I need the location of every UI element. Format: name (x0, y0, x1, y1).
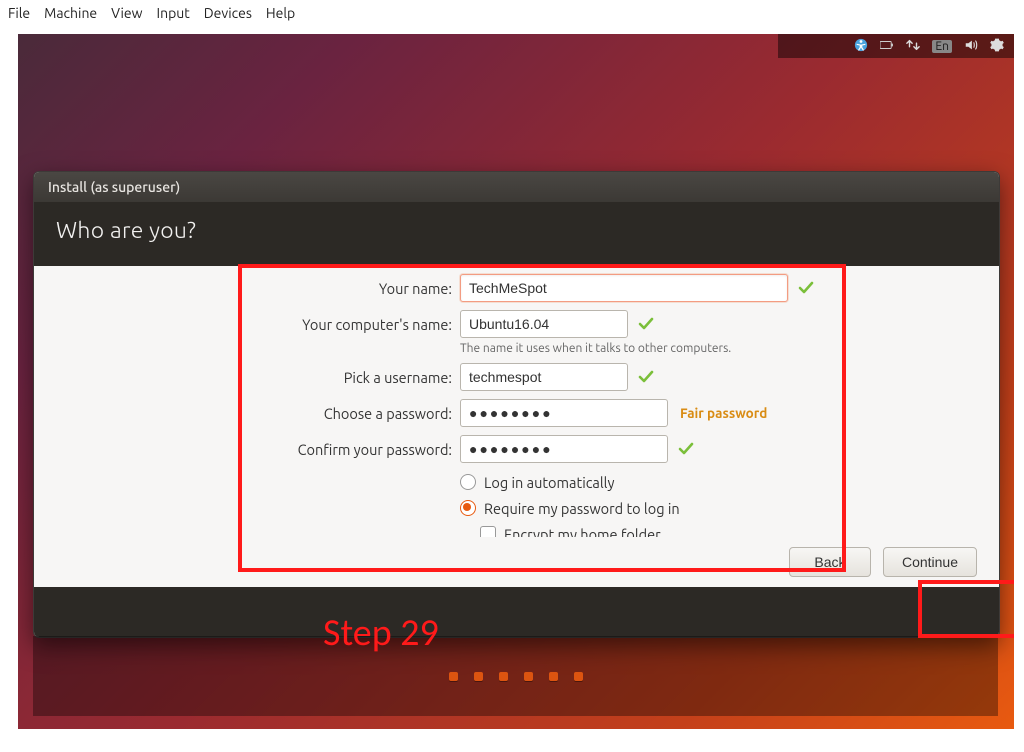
ubuntu-top-panel: En (798, 34, 1014, 58)
row-username: Pick a username: (234, 361, 989, 393)
form-panel: Your name: Your computer's name: The (34, 266, 999, 587)
checkmark-icon (798, 280, 814, 296)
installer-body: Who are you? Your name: Your computer's … (34, 202, 999, 637)
computer-name-helper: The name it uses when it talks to other … (460, 342, 989, 355)
radio-login-auto[interactable] (460, 474, 476, 490)
page-heading: Who are you? (34, 202, 999, 261)
installer-window: Install (as superuser) Who are you? Your… (33, 171, 1000, 638)
annotation-step-text: Step 29 (323, 610, 439, 656)
button-bar: Back Continue (34, 537, 999, 587)
label-require-password: Require my password to log in (484, 500, 680, 517)
username-input[interactable] (460, 363, 628, 391)
label-username: Pick a username: (234, 369, 460, 386)
confirm-password-input[interactable] (460, 435, 668, 463)
continue-button[interactable]: Continue (883, 547, 977, 577)
row-your-name: Your name: (234, 272, 989, 304)
accessibility-icon[interactable] (854, 38, 868, 55)
menu-help[interactable]: Help (266, 5, 295, 21)
network-icon[interactable] (906, 38, 920, 55)
menu-file[interactable]: File (8, 5, 30, 21)
language-indicator[interactable]: En (932, 40, 952, 53)
menu-machine[interactable]: Machine (44, 5, 97, 21)
gear-icon[interactable] (990, 38, 1004, 55)
label-password: Choose a password: (234, 405, 460, 422)
virtualbox-menubar: File Machine View Input Devices Help (0, 0, 1024, 26)
radio-require-password[interactable] (460, 500, 476, 516)
checkmark-icon (638, 369, 654, 385)
menu-input[interactable]: Input (157, 5, 190, 21)
menu-devices[interactable]: Devices (204, 5, 252, 21)
row-confirm-password: Confirm your password: (234, 433, 989, 465)
progress-dots (449, 672, 583, 681)
label-your-name: Your name: (234, 280, 460, 297)
computer-name-input[interactable] (460, 310, 628, 338)
row-require-password[interactable]: Require my password to log in (460, 495, 989, 521)
row-login-auto[interactable]: Log in automatically (460, 469, 989, 495)
your-name-input[interactable] (460, 274, 788, 302)
sound-icon[interactable] (964, 38, 978, 55)
menu-view[interactable]: View (111, 5, 142, 21)
password-input[interactable] (460, 399, 668, 427)
label-confirm-password: Confirm your password: (234, 441, 460, 458)
row-password: Choose a password: Fair password (234, 397, 989, 429)
vm-viewport: En Install (as superuser) Who are you? Y… (18, 34, 1014, 729)
installer-title: Install (as superuser) (48, 179, 180, 195)
password-strength: Fair password (680, 405, 767, 421)
label-computer-name: Your computer's name: (234, 316, 460, 333)
checkmark-icon (678, 441, 694, 457)
battery-icon[interactable] (880, 38, 894, 55)
label-login-auto: Log in automatically (484, 474, 614, 491)
row-computer-name: Your computer's name: (234, 308, 989, 340)
checkmark-icon (638, 316, 654, 332)
back-button[interactable]: Back (789, 547, 871, 577)
installer-titlebar[interactable]: Install (as superuser) (34, 172, 999, 202)
